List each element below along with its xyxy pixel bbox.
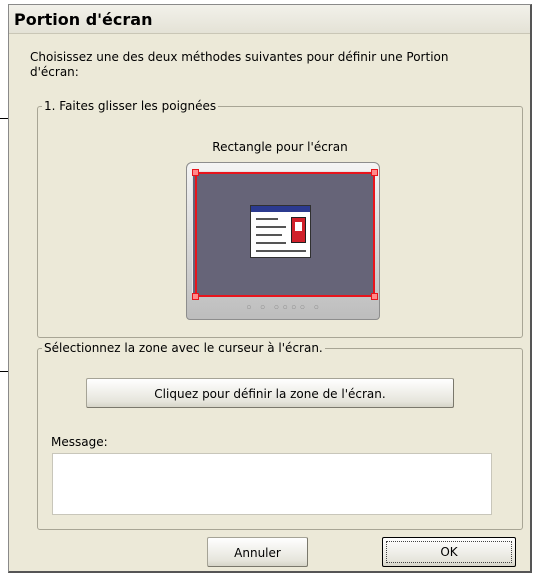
monitor-preview: ◦ ◦ ◦◦◦◦ ◦	[186, 162, 380, 320]
monitor-buttons-icon: ◦ ◦ ◦◦◦◦ ◦	[244, 301, 322, 316]
resize-handle-top-left[interactable]	[192, 169, 199, 176]
message-label: Message:	[51, 435, 108, 449]
define-area-button[interactable]: Cliquez pour définir la zone de l'écran.	[86, 378, 454, 408]
resize-handle-top-right[interactable]	[371, 169, 378, 176]
cancel-button[interactable]: Annuler	[207, 537, 308, 567]
drag-handles-group: 1. Faites glisser les poignées Rectangle…	[37, 99, 523, 338]
ok-button[interactable]: OK	[382, 537, 516, 567]
cursor-select-group: Sélectionnez la zone avec le curseur à l…	[37, 341, 523, 530]
message-field[interactable]	[52, 453, 492, 515]
screen-portion-dialog: Portion d'écran Choisissez une des deux …	[8, 4, 532, 573]
focus-ring	[386, 541, 512, 563]
dialog-title: Portion d'écran	[14, 9, 153, 29]
monitor-label: Rectangle pour l'écran	[212, 140, 348, 154]
selection-rectangle[interactable]	[192, 169, 378, 300]
drag-handles-legend: 1. Faites glisser les poignées	[42, 99, 219, 113]
title-bar: Portion d'écran	[9, 5, 530, 34]
intro-text: Choisissez une des deux méthodes suivant…	[30, 50, 449, 79]
cursor-select-legend: Sélectionnez la zone avec le curseur à l…	[42, 341, 325, 355]
